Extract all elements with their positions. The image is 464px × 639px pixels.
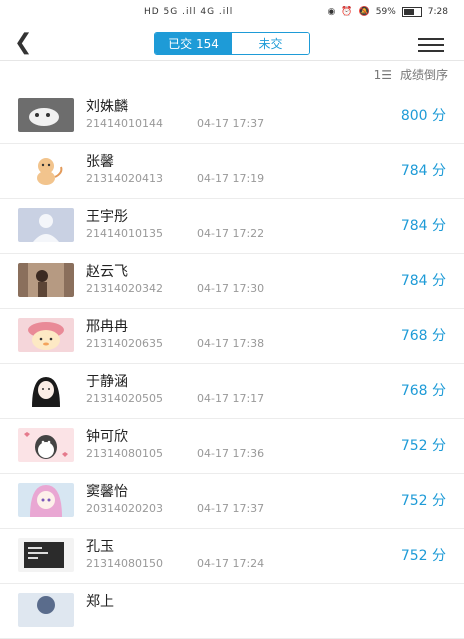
student-id: 20314020203 — [86, 502, 163, 515]
submit-time: 04-17 17:17 — [197, 392, 265, 405]
list-item[interactable]: 王宇彤 21414010135 04-17 17:22 784 分 — [0, 199, 464, 254]
back-icon[interactable]: ❮ — [14, 30, 32, 55]
submit-time: 04-17 17:22 — [197, 227, 265, 240]
avatar — [18, 153, 74, 187]
avatar — [18, 318, 74, 352]
score: 800 分 — [400, 108, 446, 124]
score: 752 分 — [400, 548, 446, 564]
student-name: 孔玉 — [86, 539, 114, 555]
list-item[interactable]: 于静涵 21314020505 04-17 17:17 768 分 — [0, 364, 464, 419]
mute-icon: 🔕 — [358, 7, 370, 17]
score: 768 分 — [400, 383, 446, 399]
score: 768 分 — [400, 328, 446, 344]
submission-tabs: 已交 154 未交 — [154, 32, 310, 55]
submit-time: 04-17 17:24 — [197, 557, 265, 570]
student-name: 郑上 — [86, 594, 114, 610]
tab-submitted[interactable]: 已交 154 — [155, 33, 232, 54]
tab-not-submitted[interactable]: 未交 — [232, 33, 309, 54]
submit-time: 04-17 17:30 — [197, 282, 265, 295]
student-id: 21314020635 — [86, 337, 163, 350]
battery-icon — [401, 7, 422, 17]
submit-time: 04-17 17:36 — [197, 447, 265, 460]
student-name: 赵云飞 — [86, 264, 128, 280]
nav-bar: ❮ 已交 154 未交 — [0, 28, 464, 60]
submit-time: 04-17 17:38 — [197, 337, 265, 350]
alarm-icon: ⏰ — [341, 7, 353, 17]
sort-bar: 1☰ 成绩倒序 — [0, 61, 464, 89]
list-item[interactable]: 张馨 21314020413 04-17 17:19 784 分 — [0, 144, 464, 199]
submit-time: 04-17 17:37 — [197, 117, 265, 130]
student-id: 21414010135 — [86, 227, 163, 240]
student-name: 钟可欣 — [86, 429, 128, 445]
list-item[interactable]: 郑上 — [0, 584, 464, 639]
student-id: 21314020505 — [86, 392, 163, 405]
signal-indicators: HD 5G .ill 4G .ill — [144, 7, 234, 17]
battery-percent: 59% — [375, 7, 396, 17]
score: 784 分 — [400, 273, 446, 289]
submit-time: 04-17 17:19 — [197, 172, 265, 185]
avatar — [18, 98, 74, 132]
list-item[interactable]: 钟可欣 21314080105 04-17 17:36 752 分 — [0, 419, 464, 474]
avatar — [18, 263, 74, 297]
clock: 7:28 — [427, 7, 448, 17]
list-item[interactable]: 赵云飞 21314020342 04-17 17:30 784 分 — [0, 254, 464, 309]
list-item[interactable]: 邢冉冉 21314020635 04-17 17:38 768 分 — [0, 309, 464, 364]
student-name: 邢冉冉 — [86, 319, 128, 335]
score: 784 分 — [400, 163, 446, 179]
student-name: 王宇彤 — [86, 209, 128, 225]
sort-button[interactable]: 1☰ 成绩倒序 — [374, 66, 448, 83]
eye-icon: ◉ — [327, 7, 336, 17]
student-list: 刘姝麟 21414010144 04-17 17:37 800 分 张馨 213… — [0, 89, 464, 639]
avatar — [18, 538, 74, 572]
list-item[interactable]: 刘姝麟 21414010144 04-17 17:37 800 分 — [0, 89, 464, 144]
status-right: ◉ ⏰ 🔕 59% 7:28 — [327, 7, 448, 17]
student-id: 21314080150 — [86, 557, 163, 570]
sort-label: 成绩倒序 — [399, 68, 448, 82]
student-id: 21314080105 — [86, 447, 163, 460]
student-name: 刘姝麟 — [86, 99, 128, 115]
avatar — [18, 483, 74, 517]
student-id: 21314020413 — [86, 172, 163, 185]
status-bar: HD 5G .ill 4G .ill ◉ ⏰ 🔕 59% 7:28 — [0, 0, 464, 28]
submit-time: 04-17 17:37 — [197, 502, 265, 515]
score: 752 分 — [400, 493, 446, 509]
score: 784 分 — [400, 218, 446, 234]
student-name: 张馨 — [86, 154, 114, 170]
avatar — [18, 373, 74, 407]
student-id: 21414010144 — [86, 117, 163, 130]
student-id: 21314020342 — [86, 282, 163, 295]
avatar — [18, 428, 74, 462]
hamburger-menu-icon[interactable] — [418, 38, 444, 52]
list-item[interactable]: 孔玉 21314080150 04-17 17:24 752 分 — [0, 529, 464, 584]
sort-list-icon: 1☰ — [373, 67, 392, 82]
student-name: 于静涵 — [86, 374, 128, 390]
avatar — [18, 593, 74, 627]
avatar — [18, 208, 74, 242]
list-item[interactable]: 窦馨怡 20314020203 04-17 17:37 752 分 — [0, 474, 464, 529]
score: 752 分 — [400, 438, 446, 454]
student-name: 窦馨怡 — [86, 484, 128, 500]
